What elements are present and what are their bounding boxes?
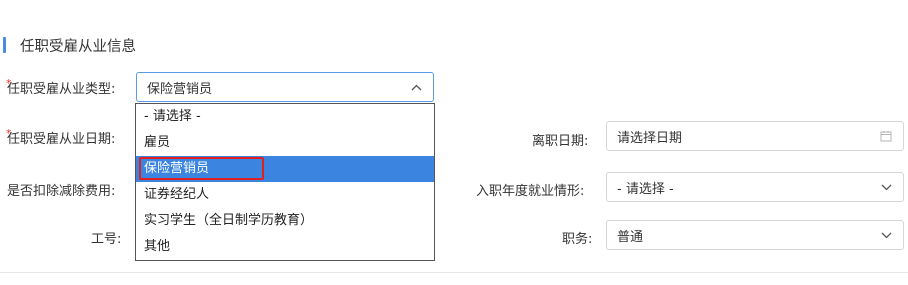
position-select[interactable]: 普通	[606, 220, 904, 250]
employment-type-label: * 任职受雇从业类型:	[6, 77, 116, 97]
dropdown-option-intern-student[interactable]: 实习学生（全日制学历教育）	[136, 208, 434, 234]
employment-type-dropdown[interactable]: - 请选择 - 雇员 保险营销员 证券经纪人 实习学生（全日制学历教育） 其他	[135, 103, 435, 261]
employment-type-value: 保险营销员	[147, 81, 213, 97]
chevron-up-icon	[409, 80, 423, 94]
chevron-down-icon	[879, 180, 893, 194]
employment-status-label: 入职年度就业情形:	[476, 184, 585, 199]
dropdown-option-employee[interactable]: 雇员	[136, 130, 434, 156]
dropdown-option-other[interactable]: 其他	[136, 234, 434, 260]
section-header: 任职受雇从业信息	[0, 34, 136, 56]
section-accent-bar	[3, 37, 6, 53]
section-divider	[0, 272, 908, 273]
dropdown-option-securities-broker[interactable]: 证券经纪人	[136, 182, 434, 208]
highlight-box	[139, 157, 264, 180]
employee-id-label: 工号:	[91, 232, 122, 247]
dropdown-option-placeholder[interactable]: - 请选择 -	[136, 104, 434, 130]
calendar-icon[interactable]	[879, 129, 893, 143]
employment-type-select[interactable]: 保险营销员	[136, 72, 434, 102]
required-mark: *	[6, 77, 12, 90]
section-title: 任职受雇从业信息	[20, 38, 136, 55]
position-value: 普通	[617, 229, 644, 245]
employment-status-value: - 请选择 -	[617, 181, 674, 197]
dropdown-option-insurance-agent[interactable]: 保险营销员	[136, 156, 434, 182]
leave-date-label: 离职日期:	[532, 134, 589, 149]
employment-date-label: * 任职受雇从业日期:	[6, 127, 116, 147]
leave-date-field[interactable]: 请选择日期	[606, 121, 904, 151]
required-mark: *	[6, 127, 12, 140]
leave-date-placeholder: 请选择日期	[617, 130, 683, 146]
deduct-fee-label: 是否扣除减除费用:	[7, 184, 116, 199]
position-label: 职务:	[562, 232, 593, 247]
chevron-down-icon	[879, 228, 893, 242]
employment-status-select[interactable]: - 请选择 -	[606, 172, 904, 202]
